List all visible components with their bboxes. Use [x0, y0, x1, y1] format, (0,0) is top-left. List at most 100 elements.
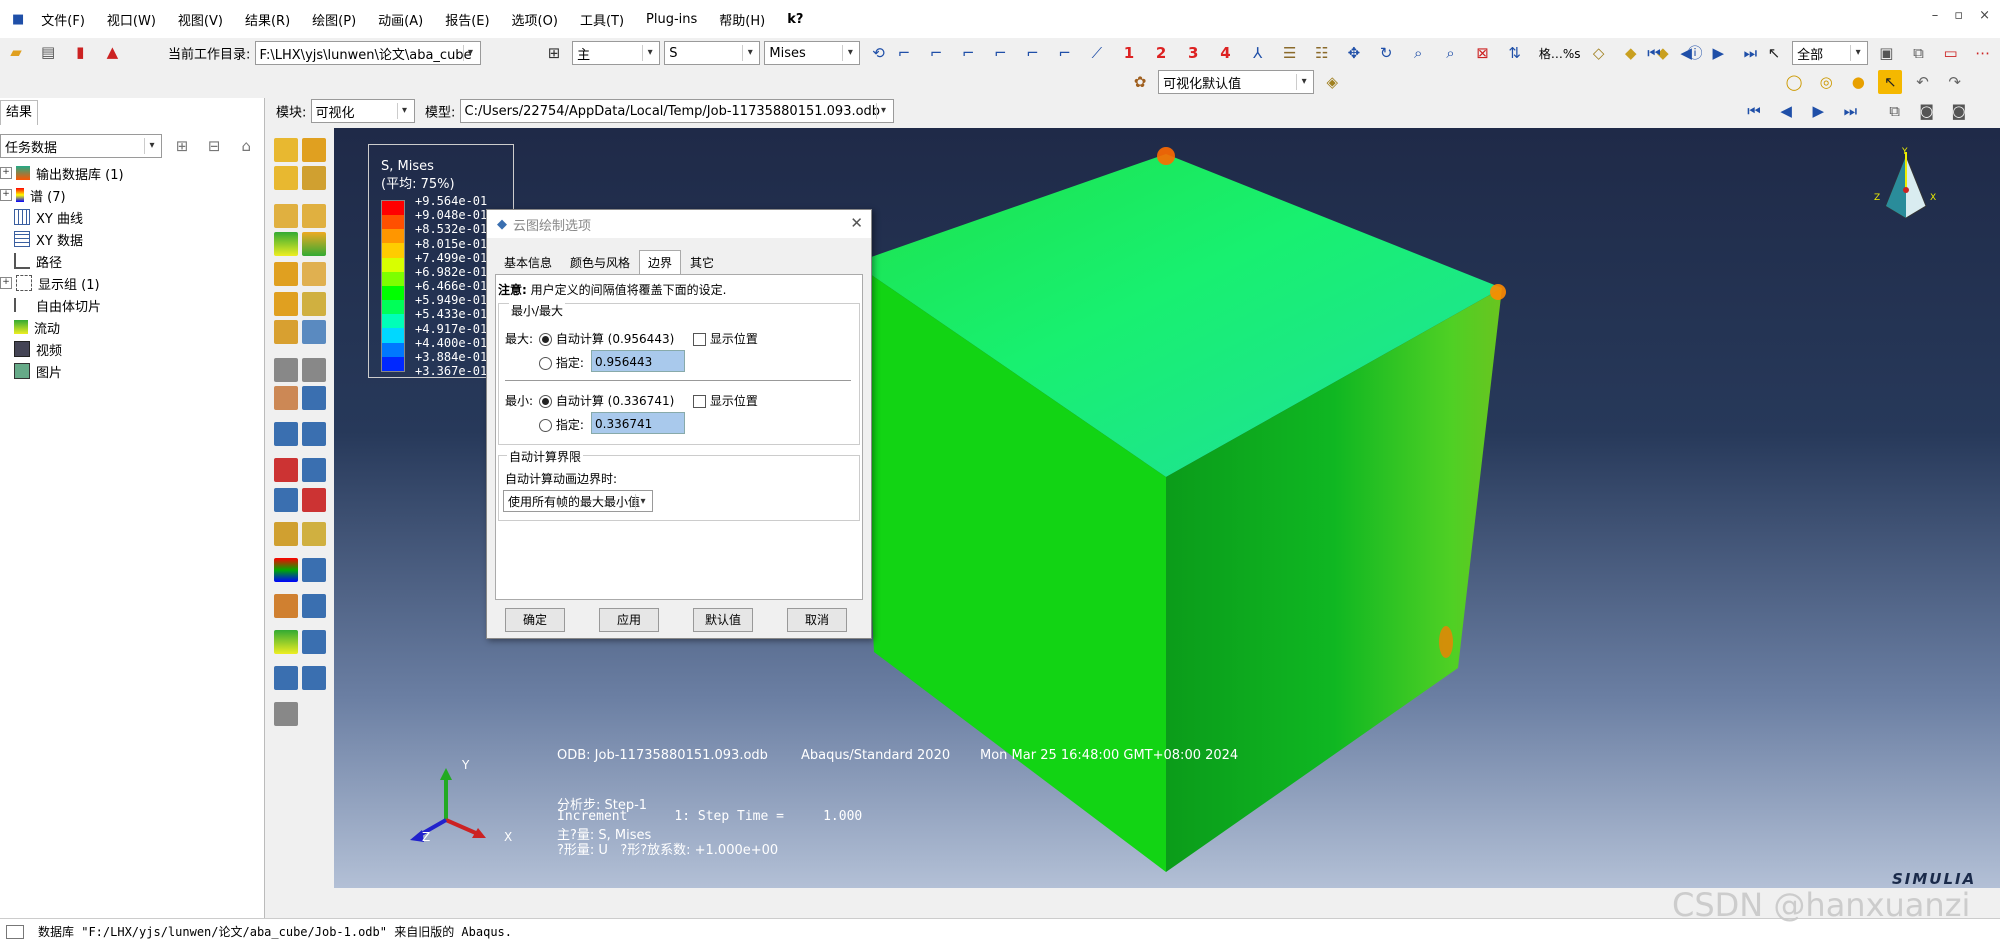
tab-color-style[interactable]: 颜色与风格 — [561, 250, 639, 275]
first-frame-icon[interactable]: ⏮ — [1642, 41, 1666, 65]
menu-plugins[interactable]: Plug-ins — [635, 12, 708, 27]
prev-frame-icon-2[interactable]: ◀ — [1774, 99, 1798, 123]
free-body-create-icon[interactable] — [274, 594, 298, 618]
max-auto-radio[interactable]: 自动计算 (0.956443) — [539, 330, 674, 347]
menu-view[interactable]: 视图(V) — [167, 10, 234, 29]
free-body-manager-icon[interactable] — [302, 594, 326, 618]
view-triad-icon[interactable]: Y Z X — [1870, 146, 1942, 238]
invariant-select[interactable]: Mises ▾ — [764, 41, 861, 65]
tab-limits[interactable]: 边界 — [639, 250, 682, 275]
results-filter-select[interactable]: 任务数据 ▾ — [0, 134, 162, 158]
view-xy-icon[interactable]: ⌐ — [892, 41, 916, 65]
max-value-field[interactable]: 0.956443 — [591, 350, 685, 372]
symbol-options-icon[interactable] — [302, 262, 326, 286]
contour-options-icon[interactable] — [302, 232, 326, 256]
orientation-options-icon[interactable] — [302, 292, 326, 316]
view-yx-icon[interactable]: ⌐ — [924, 41, 948, 65]
sphere-icon[interactable]: ● — [1846, 70, 1870, 94]
xy-plot-icon[interactable] — [302, 488, 326, 512]
tree-item-odb[interactable]: + 输出数据库 (1) — [0, 162, 124, 184]
circles-icon[interactable]: ◎ — [1814, 70, 1838, 94]
menu-options[interactable]: 选项(O) — [501, 10, 569, 29]
cancel-button[interactable]: 取消 — [787, 608, 847, 632]
highlight-icon[interactable]: ↖ — [1878, 70, 1903, 94]
tree-item-xy-data[interactable]: XY 数据 — [14, 228, 83, 250]
minimize-icon[interactable]: – — [1932, 8, 1939, 23]
xy-data-create-icon[interactable] — [274, 458, 298, 482]
ladder-icon[interactable]: ☰ — [1278, 41, 1302, 65]
app-icon[interactable]: ■ — [6, 12, 30, 27]
last-frame-icon-2[interactable]: ⏭ — [1838, 99, 1862, 123]
select-rect-icon[interactable]: ▭ — [1939, 41, 1963, 65]
tree-item-images[interactable]: 图片 — [14, 360, 62, 382]
view-4-button[interactable]: 4 — [1213, 41, 1237, 65]
radio[interactable] — [539, 419, 552, 432]
expand-icon[interactable]: + — [0, 167, 12, 179]
next-frame-icon-2[interactable]: ▶ — [1806, 99, 1830, 123]
results-filter[interactable]: 任务数据 ▾ — [0, 134, 162, 158]
view-zx-icon[interactable]: ⌐ — [956, 41, 980, 65]
next-frame-icon[interactable]: ▶ — [1706, 41, 1730, 65]
animation-options-icon[interactable]: ⧉ — [1883, 99, 1907, 123]
max-specify-radio[interactable]: 指定: — [539, 354, 584, 371]
menu-results[interactable]: 结果(R) — [234, 10, 301, 29]
plot-undeformed-icon[interactable] — [274, 138, 298, 162]
last-frame-icon[interactable]: ⏭ — [1738, 41, 1762, 65]
menu-tools[interactable]: 工具(T) — [569, 10, 635, 29]
plot-symbols-icon[interactable] — [302, 166, 326, 190]
view-1-button[interactable]: 1 — [1117, 41, 1141, 65]
tree-options-icon[interactable]: ⌂ — [234, 134, 258, 158]
first-frame-icon-2[interactable]: ⏮ — [1742, 99, 1766, 123]
stream-manager-icon[interactable] — [302, 630, 326, 654]
menu-report[interactable]: 报告(E) — [434, 10, 500, 29]
apply-button[interactable]: 应用 — [599, 608, 659, 632]
dialog-close-icon[interactable]: ✕ — [850, 214, 863, 232]
view-yz-icon[interactable]: ⌐ — [1021, 41, 1045, 65]
fit-icon[interactable]: ⊠ — [1471, 41, 1495, 65]
view-2-button[interactable]: 2 — [1149, 41, 1173, 65]
palette-icon[interactable]: ✿ — [1128, 70, 1152, 94]
print-icon[interactable]: ▤ — [36, 40, 60, 64]
tree-item-spectrum[interactable]: + 谱 (7) — [0, 184, 66, 206]
min-auto-radio[interactable]: 自动计算 (0.336741) — [539, 392, 674, 409]
zoom-icon[interactable]: ⌕ — [1406, 41, 1430, 65]
copy-icon[interactable]: ⊟ — [202, 134, 226, 158]
module-select[interactable]: 可视化 ▾ — [310, 99, 415, 123]
save-icon[interactable]: ▮ — [68, 40, 92, 64]
axis-icon[interactable]: ⅄ — [1246, 41, 1270, 65]
restore-icon[interactable]: ▫ — [1954, 8, 1963, 23]
rotate-icon[interactable]: ↻ — [1374, 41, 1398, 65]
tab-basic[interactable]: 基本信息 — [495, 250, 561, 275]
menu-help[interactable]: 帮助(H) — [708, 10, 776, 29]
wireframe-icon[interactable]: ◇ — [1587, 41, 1611, 65]
workdir-select[interactable]: F:\LHX\yjs\lunwen\论文\aba_cube ▾ — [254, 41, 481, 65]
defaults-button[interactable]: 默认值 — [693, 608, 753, 632]
menu-file[interactable]: 文件(F) — [30, 10, 96, 29]
zoom-box-icon[interactable]: ⌕ — [1438, 41, 1462, 65]
tab-results[interactable]: 结果 — [0, 100, 38, 125]
selection-options-icon[interactable]: ▣ — [1874, 41, 1898, 65]
defaults-select[interactable]: 可视化默认值 ▾ — [1158, 70, 1315, 94]
tree-item-streams[interactable]: 流动 — [14, 316, 60, 338]
ok-button[interactable]: 确定 — [505, 608, 565, 632]
model-select[interactable]: C:/Users/22754/AppData/Local/Temp/Job-11… — [459, 99, 894, 123]
view-zy-icon[interactable]: ⌐ — [1053, 41, 1077, 65]
color-code-icon[interactable] — [274, 558, 298, 582]
material-orientation-icon[interactable] — [274, 292, 298, 316]
camera2-icon[interactable]: ◙ — [1947, 99, 1971, 123]
view-cut-manager-icon[interactable] — [302, 422, 326, 446]
ladder2-icon[interactable]: ☷ — [1310, 41, 1334, 65]
tree-item-xy-curves[interactable]: XY 曲线 — [14, 206, 83, 228]
tree-item-paths[interactable]: 路径 — [14, 250, 62, 272]
expand-icon[interactable]: + — [0, 189, 12, 201]
camera-icon[interactable]: ◙ — [1915, 99, 1939, 123]
animate-scale-icon[interactable] — [274, 358, 298, 382]
color-manager-icon[interactable] — [302, 558, 326, 582]
contour-undeformed-icon[interactable] — [274, 204, 298, 228]
max-show-location[interactable]: 显示位置 — [693, 330, 758, 347]
query-icon[interactable] — [274, 666, 298, 690]
annotation-icon[interactable] — [274, 702, 298, 726]
probe-icon[interactable] — [274, 320, 298, 344]
menu-viewport[interactable]: 视口(W) — [96, 10, 167, 29]
view-3-button[interactable]: 3 — [1181, 41, 1205, 65]
